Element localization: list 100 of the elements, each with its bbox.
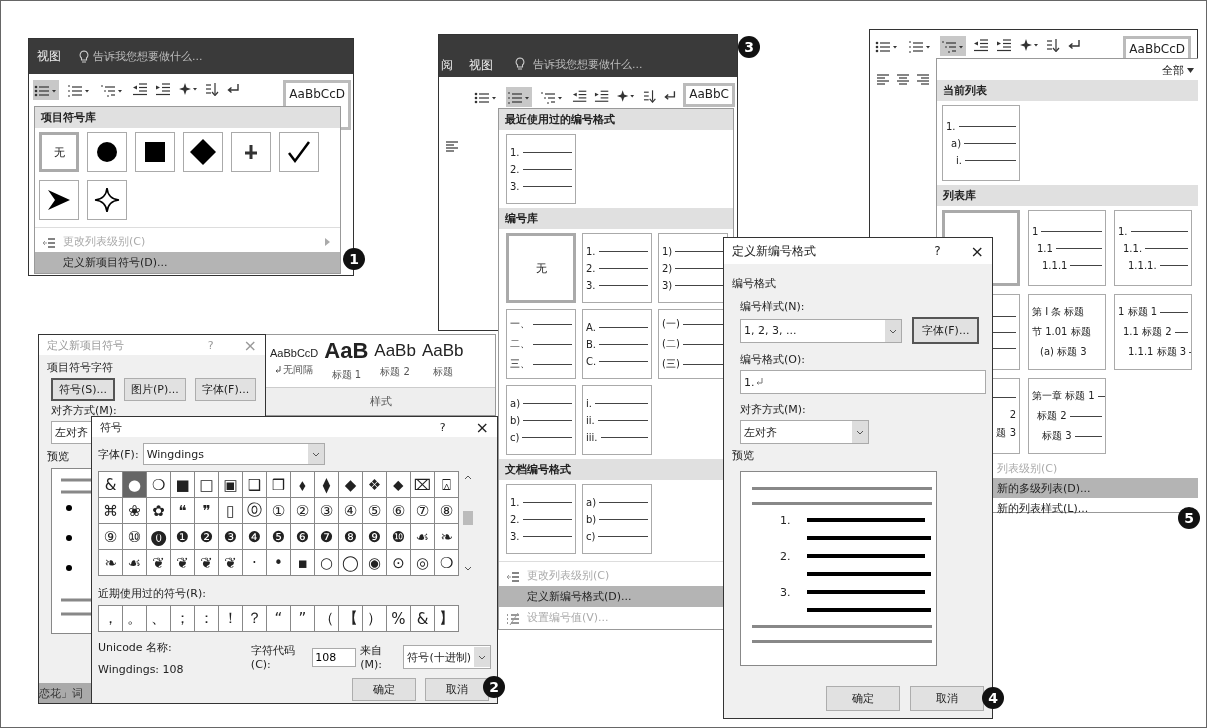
search-field[interactable]: 告诉我您想要做什么... [533,57,643,72]
symbol-cell[interactable]: ❾ [363,524,387,550]
list-format-option[interactable]: 一、 二、 三、 [506,309,576,379]
symbol-cell[interactable]: ▯ [219,498,243,524]
symbol-cell[interactable]: ： [195,606,219,632]
menu-item[interactable]: 定义新项目符号(D)... [35,252,340,273]
symbol-cell[interactable]: ⬧ [291,472,315,498]
symbol-cell[interactable]: ❽ [339,524,363,550]
symbol-cell[interactable]: □ [195,472,219,498]
symbol-cell[interactable]: “ [267,606,291,632]
number-format-field[interactable]: 1. [740,370,986,394]
symbol-cell[interactable]: ❦ [219,550,243,576]
help-button[interactable]: ? [934,244,941,258]
dialog-button[interactable]: 图片(P)... [124,378,186,401]
symbol-cell[interactable]: ❀ [123,498,147,524]
dialog-button[interactable]: 确定 [826,686,900,711]
symbol-cell[interactable]: & [411,606,435,632]
symbol-cell[interactable]: ） [363,606,387,632]
symbol-cell[interactable]: ❍ [435,550,459,576]
list-format-option[interactable]: a) b) c) [506,385,576,455]
character-code-field[interactable]: 108 [312,647,357,667]
symbol-cell[interactable]: ❼ [315,524,339,550]
symbol-cell[interactable]: ⓿ [147,524,171,550]
from-dropdown[interactable]: 符号(十进制) [403,645,491,669]
dialog-button[interactable]: 取消 [910,686,984,711]
symbol-cell[interactable]: ③ [315,498,339,524]
symbol-cell[interactable]: ⍓ [435,472,459,498]
symbol-cell[interactable]: ❦ [147,550,171,576]
symbol-cell[interactable]: % [387,606,411,632]
symbol-cell[interactable]: ❸ [219,524,243,550]
symbol-cell[interactable]: ？ [243,606,267,632]
symbol-cell[interactable]: ❖ [363,472,387,498]
symbol-cell[interactable]: ⑨ [99,524,123,550]
symbol-cell[interactable]: ❿ [387,524,411,550]
help-button[interactable]: ? [439,420,446,434]
symbol-cell[interactable]: ▣ [219,472,243,498]
list-format-option[interactable]: 无 [506,233,576,303]
style-preview[interactable]: AaBbC [683,83,735,107]
symbol-cell[interactable]: ⧫ [315,472,339,498]
alignment-dropdown[interactable]: 左对齐 [740,420,869,444]
symbol-cell[interactable]: ② [291,498,315,524]
symbol-cell[interactable]: ❧ [99,550,123,576]
dialog-button[interactable]: 取消 [425,678,489,701]
list-format-option[interactable]: a) b) c) [582,484,652,554]
font-button[interactable]: 字体(F)... [912,317,980,344]
symbol-cell[interactable]: ❷ [195,524,219,550]
symbol-cell[interactable]: ◉ [363,550,387,576]
symbol-cell[interactable]: ⑩ [123,524,147,550]
symbol-cell[interactable]: ！ [219,606,243,632]
symbol-cell[interactable]: ⑧ [435,498,459,524]
list-format-option[interactable]: 1. 1.1. 1.1.1. [1114,210,1192,286]
symbol-cell[interactable]: 【 [339,606,363,632]
list-format-option[interactable]: A. B. C. [582,309,652,379]
symbol-cell[interactable]: ① [267,498,291,524]
dialog-button[interactable]: 确定 [352,678,416,701]
style-option[interactable]: AaB 标题 1 [324,341,369,387]
bullet-option[interactable]: 无 [39,132,79,172]
close-button[interactable]: × [475,417,489,437]
symbol-cell[interactable]: ❒ [267,472,291,498]
symbol-cell[interactable]: ❞ [195,498,219,524]
close-button[interactable]: × [970,241,984,261]
symbol-cell[interactable]: ⑥ [387,498,411,524]
symbol-cell[interactable]: ⊙ [387,550,411,576]
ribbon-tab[interactable]: 阅 [441,57,453,74]
number-style-dropdown[interactable]: 1, 2, 3, ... [740,318,902,343]
symbol-cell[interactable]: ◯ [339,550,363,576]
symbol-cell[interactable]: 、 [147,606,171,632]
symbol-cell[interactable]: ⓪ [243,498,267,524]
symbol-cell[interactable]: ④ [339,498,363,524]
symbol-cell[interactable]: ” [291,606,315,632]
symbol-cell[interactable]: ☙ [123,550,147,576]
symbol-cell[interactable]: ❹ [243,524,267,550]
symbol-cell[interactable]: ❝ [171,498,195,524]
symbol-cell[interactable]: ▪ [291,550,315,576]
symbol-cell[interactable]: ⬥ [387,472,411,498]
symbol-cell[interactable]: ⌧ [411,472,435,498]
style-option[interactable]: AaBb 标题 2 [374,341,416,387]
list-format-option[interactable]: 1. a) i. [942,105,1020,181]
symbol-cell[interactable]: ❧ [435,524,459,550]
symbol-cell[interactable]: 。 [123,606,147,632]
symbol-cell[interactable]: ✿ [147,498,171,524]
search-field[interactable]: 告诉我您想要做什么... [93,49,203,64]
symbol-cell[interactable]: · [243,550,267,576]
dialog-button[interactable]: 符号(S)... [51,378,116,401]
style-option[interactable]: AaBbCcD 无间隔 [270,341,319,387]
symbol-cell[interactable]: ○ [315,550,339,576]
symbol-cell[interactable]: ⑤ [363,498,387,524]
list-format-option[interactable]: 1 1.1 1.1.1 [1028,210,1106,286]
symbol-cell[interactable]: ， [99,606,123,632]
list-format-option[interactable]: 第 I 条 标题 节 1.01 标题 (a) 标题 3 [1028,294,1106,370]
symbol-cell[interactable]: ❺ [267,524,291,550]
symbol-cell[interactable]: ● [123,472,147,498]
list-format-option[interactable]: 1 标题 1 1.1 标题 2 1.1.1 标题 3 [1114,294,1192,370]
symbol-cell[interactable]: 】 [435,606,459,632]
symbol-cell[interactable]: ❻ [291,524,315,550]
list-format-option[interactable]: i. ii. iii. [582,385,652,455]
symbol-cell[interactable]: ； [171,606,195,632]
symbol-cell[interactable]: ❍ [147,472,171,498]
symbol-cell[interactable]: （ [315,606,339,632]
list-format-option[interactable]: 1. 2. 3. [506,134,576,204]
